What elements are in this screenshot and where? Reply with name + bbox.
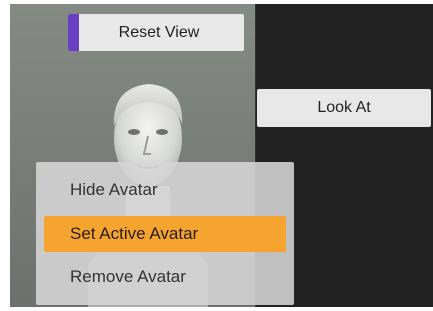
reset-view-label: Reset View <box>118 23 200 41</box>
look-at-label: Look At <box>317 99 371 116</box>
menu-item-label: Set Active Avatar <box>70 224 199 243</box>
reset-view-accent <box>68 14 79 51</box>
menu-item-label: Remove Avatar <box>70 267 186 286</box>
avatar-context-menu: Hide Avatar Set Active Avatar Remove Ava… <box>36 162 294 305</box>
menu-item-label: Hide Avatar <box>70 180 158 199</box>
menu-item-remove-avatar[interactable]: Remove Avatar <box>44 259 286 295</box>
menu-item-hide-avatar[interactable]: Hide Avatar <box>44 172 286 208</box>
menu-item-set-active-avatar[interactable]: Set Active Avatar <box>44 216 286 252</box>
scene-viewport[interactable]: Reset View Look At Hide Avatar Set Activ… <box>10 4 433 307</box>
look-at-button[interactable]: Look At <box>257 89 431 127</box>
reset-view-button[interactable]: Reset View <box>68 14 244 51</box>
